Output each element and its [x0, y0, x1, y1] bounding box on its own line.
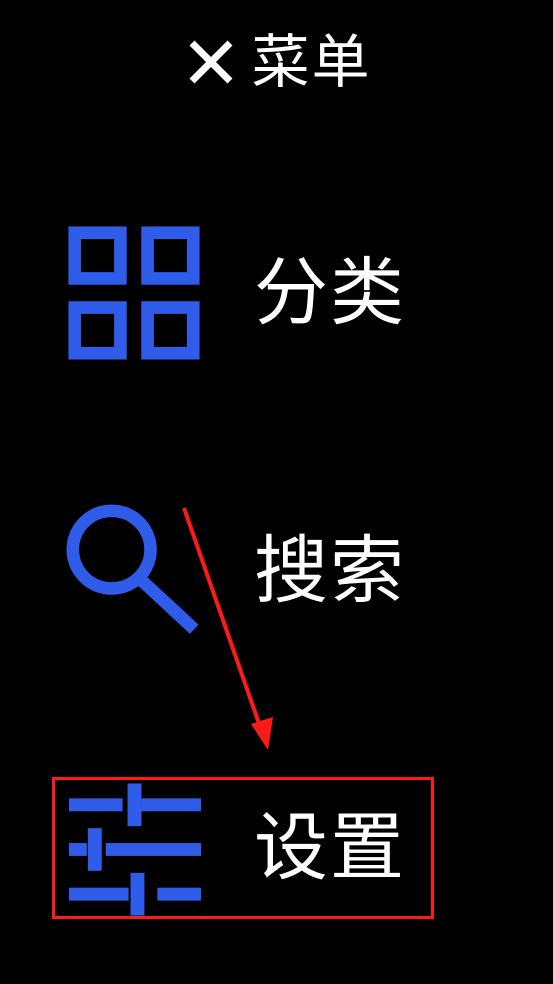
sliders-icon [55, 777, 205, 919]
close-icon [190, 40, 233, 84]
menu-item-label: 分类 [254, 250, 406, 336]
grid-icon [52, 222, 202, 364]
menu-item-label: 设置 [254, 805, 406, 891]
search-icon [52, 500, 202, 642]
menu-item-label: 搜索 [254, 528, 406, 614]
menu-item-settings[interactable]: 设置 [52, 777, 434, 919]
close-button[interactable] [181, 32, 241, 92]
menu-item-search[interactable]: 搜索 [52, 500, 434, 642]
page-title: 菜单 [251, 28, 372, 96]
menu-item-category[interactable]: 分类 [52, 222, 434, 364]
menu-header: 菜单 [0, 22, 553, 102]
